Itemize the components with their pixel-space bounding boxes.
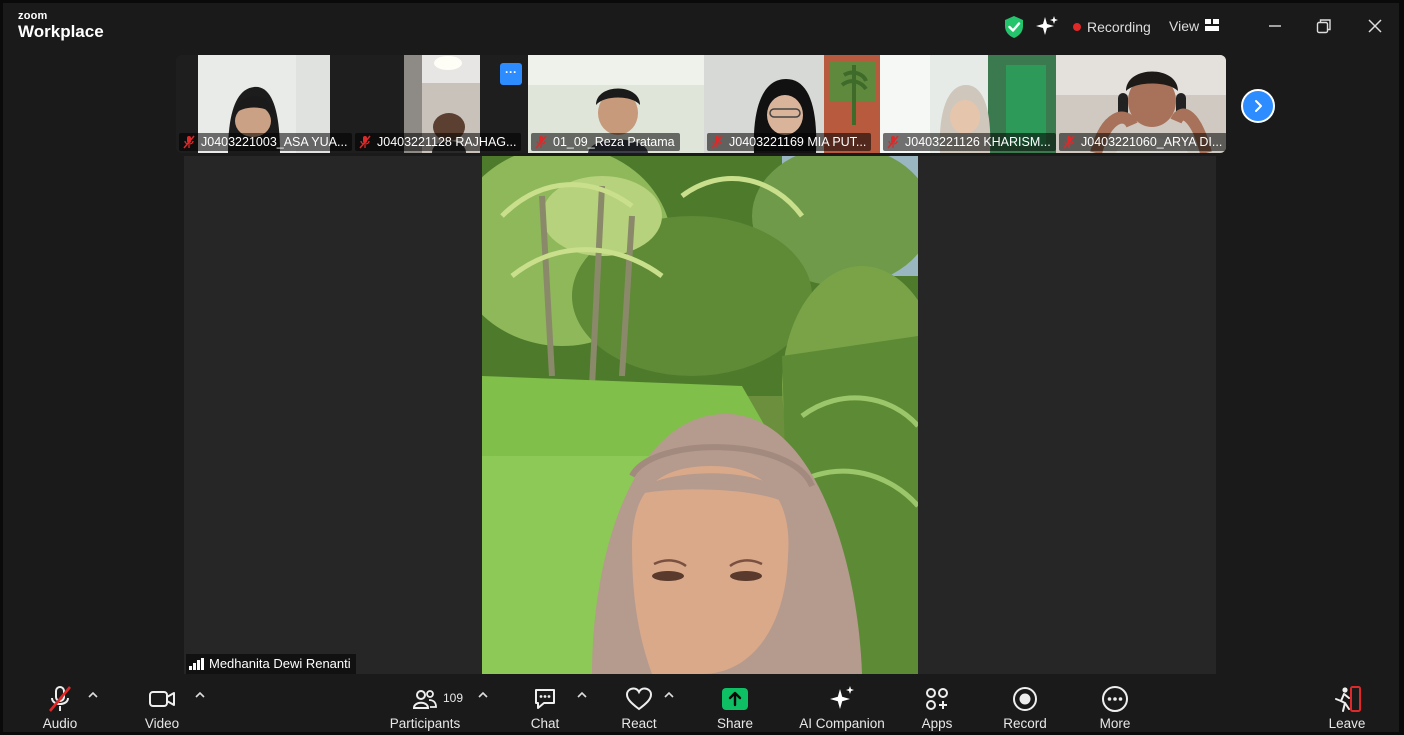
apps-button[interactable]: Apps	[917, 676, 957, 732]
participant-name: J0403221128 RAJHAG...	[377, 135, 517, 149]
active-speaker-stage: Medhanita Dewi Renanti	[184, 156, 1216, 674]
audio-options-chevron-up-icon[interactable]	[87, 690, 99, 700]
active-speaker-name: Medhanita Dewi Renanti	[209, 656, 351, 671]
ai-sparkle-icon	[828, 684, 856, 714]
participant-tile[interactable]: 01_09_Reza Pratama	[528, 55, 704, 153]
leave-label: Leave	[1328, 716, 1366, 731]
restore-icon[interactable]	[1309, 13, 1339, 39]
audio-label: Audio	[42, 716, 78, 731]
ai-companion-label: AI Companion	[799, 716, 885, 731]
mic-muted-icon	[1063, 135, 1075, 149]
react-button[interactable]: React	[617, 676, 661, 732]
shield-check-icon[interactable]	[1003, 15, 1025, 44]
chevron-right-icon	[1255, 100, 1262, 112]
recording-label: Recording	[1087, 19, 1151, 35]
next-page-button[interactable]	[1241, 89, 1275, 123]
participant-name-label: J0403221169 MIA PUT...	[707, 133, 872, 151]
chat-button[interactable]: Chat	[525, 676, 565, 732]
participant-name: J0403221060_ARYA DI...	[1081, 135, 1223, 149]
mic-muted-icon	[183, 135, 195, 149]
logo-zoom-text: zoom	[18, 10, 48, 22]
more-button[interactable]: More	[1095, 676, 1135, 732]
participant-tile[interactable]: ··· J0403221128 RAJHAG...	[352, 55, 528, 153]
recording-indicator[interactable]: Recording	[1073, 19, 1151, 35]
apps-label: Apps	[921, 716, 953, 731]
app-logo: zoom Workplace	[18, 10, 104, 41]
more-dots-icon	[1101, 684, 1129, 714]
close-icon[interactable]	[1360, 13, 1390, 39]
react-options-chevron-up-icon[interactable]	[663, 690, 675, 700]
react-label: React	[621, 716, 657, 731]
meeting-controls-toolbar: Audio Video Participants 109 Chat React …	[3, 676, 1399, 732]
share-button[interactable]: Share	[715, 676, 755, 732]
ai-companion-button[interactable]: AI Companion	[797, 676, 887, 732]
participants-label: Participants	[389, 716, 461, 731]
active-speaker-name-label: Medhanita Dewi Renanti	[186, 654, 356, 674]
logo-workplace-text: Workplace	[18, 22, 104, 41]
audio-button[interactable]: Audio	[37, 676, 83, 732]
chat-options-chevron-up-icon[interactable]	[576, 690, 588, 700]
tile-more-options-button[interactable]: ···	[500, 63, 522, 85]
participant-name: J0403221003_ASA YUA...	[201, 135, 348, 149]
title-bar: zoom Workplace Recording View	[3, 3, 1399, 53]
participants-options-chevron-up-icon[interactable]	[477, 690, 489, 700]
apps-icon	[924, 684, 950, 714]
participant-tile[interactable]: J0403221169 MIA PUT...	[704, 55, 880, 153]
record-icon	[1011, 684, 1039, 714]
leave-door-icon	[1332, 684, 1362, 714]
video-button[interactable]: Video	[139, 676, 185, 732]
share-label: Share	[716, 716, 754, 731]
participant-tile[interactable]: J0403221060_ARYA DI...	[1056, 55, 1226, 153]
view-button[interactable]: View	[1169, 18, 1220, 34]
video-camera-icon	[148, 684, 176, 714]
video-options-chevron-up-icon[interactable]	[194, 690, 206, 700]
active-speaker-video[interactable]	[482, 156, 918, 674]
sparkle-icon[interactable]	[1035, 15, 1059, 44]
participant-name-label: J0403221060_ARYA DI...	[1059, 133, 1226, 151]
share-screen-icon	[721, 684, 749, 714]
minimize-icon[interactable]	[1260, 13, 1290, 39]
speaker-video-frame	[482, 156, 918, 674]
participant-name: J0403221126 KHARISM...	[905, 135, 1051, 149]
mic-muted-icon	[47, 684, 73, 714]
chat-label: Chat	[530, 716, 560, 731]
mic-muted-icon	[887, 135, 899, 149]
participant-tile[interactable]: J0403221126 KHARISM...	[880, 55, 1056, 153]
participant-name-label: J0403221126 KHARISM...	[883, 133, 1056, 151]
participant-name-label: J0403221128 RAJHAG...	[355, 133, 522, 151]
participant-thumbnail-strip: J0403221003_ASA YUA... ··· J0403221128 R…	[176, 55, 1226, 153]
recording-dot-icon	[1073, 23, 1081, 31]
participants-icon	[412, 684, 438, 714]
participant-name: 01_09_Reza Pratama	[553, 135, 675, 149]
mic-muted-icon	[359, 135, 371, 149]
chat-bubble-icon	[532, 684, 558, 714]
more-label: More	[1099, 716, 1131, 731]
view-label: View	[1169, 18, 1200, 34]
participant-tile[interactable]: J0403221003_ASA YUA...	[176, 55, 352, 153]
participant-name-label: J0403221003_ASA YUA...	[179, 133, 352, 151]
record-label: Record	[1003, 716, 1047, 731]
heart-icon	[625, 684, 653, 714]
zoom-window: zoom Workplace Recording View J040322100…	[3, 3, 1399, 732]
mic-muted-icon	[711, 135, 723, 149]
participant-name-label: 01_09_Reza Pratama	[531, 133, 680, 151]
record-button[interactable]: Record	[1001, 676, 1049, 732]
leave-button[interactable]: Leave	[1327, 676, 1367, 732]
mic-muted-icon	[535, 135, 547, 149]
video-label: Video	[144, 716, 180, 731]
participants-count: 109	[443, 691, 464, 705]
connection-signal-icon	[189, 658, 205, 670]
participant-name: J0403221169 MIA PUT...	[729, 135, 867, 149]
grid-view-icon	[1205, 18, 1220, 34]
